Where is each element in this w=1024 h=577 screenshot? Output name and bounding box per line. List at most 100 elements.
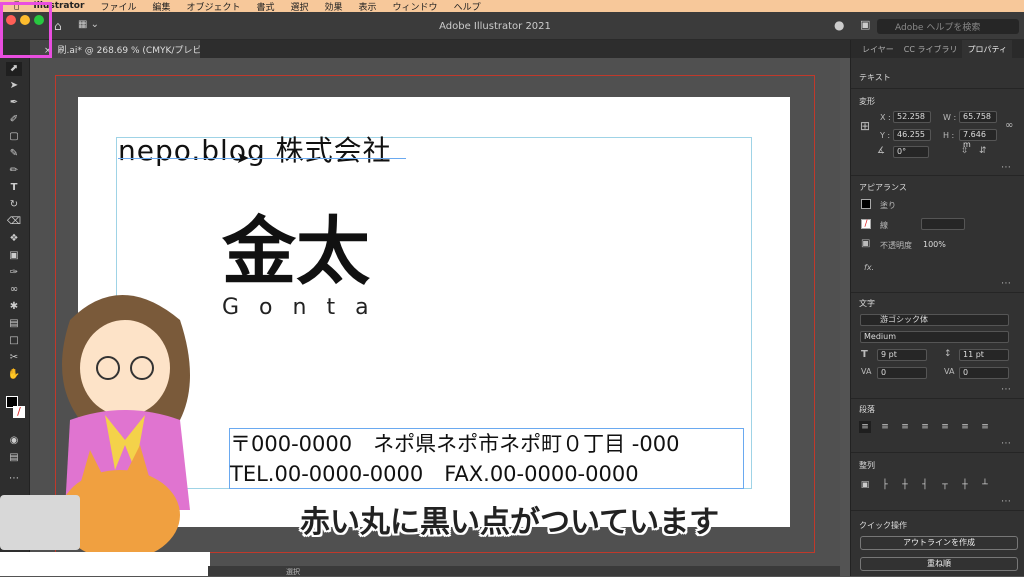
eyedropper-tool-icon[interactable]: ✑ — [6, 266, 22, 280]
align-top-edge-icon[interactable]: ┬ — [939, 479, 951, 491]
align-more-icon[interactable]: ⋯ — [1001, 496, 1012, 507]
tab-properties[interactable]: プロパティ — [962, 40, 1013, 58]
font-style-select[interactable]: Medium — [860, 331, 1009, 343]
phone-fax-text[interactable]: TEL.00-0000-0000 FAX.00-0000-0000 — [230, 458, 639, 488]
create-outlines-button[interactable]: アウトラインを作成 — [860, 536, 1018, 550]
direct-selection-tool-icon[interactable]: ➤ — [6, 79, 22, 93]
object-align-row: ▣ ├ ┼ ┤ ┬ ┼ ┴ — [859, 479, 991, 491]
menu-object[interactable]: オブジェクト — [186, 0, 240, 13]
section-quick-actions-title: クイック操作 — [859, 521, 907, 530]
status-bar: 選択 — [208, 566, 840, 576]
angle-field[interactable]: 0° — [893, 146, 929, 158]
section-paragraph-title: 段落 — [859, 405, 875, 414]
justify-center-icon[interactable]: ≡ — [939, 421, 951, 433]
leading-field[interactable]: 11 pt — [959, 349, 1009, 361]
tab-cc-libraries[interactable]: CC ライブラリ — [899, 40, 963, 58]
character-more-icon[interactable]: ⋯ — [1001, 384, 1012, 395]
align-left-edge-icon[interactable]: ├ — [879, 479, 891, 491]
kerning-icon: VA — [861, 367, 872, 376]
flip-horizontal-icon[interactable]: ⇳ — [961, 146, 969, 156]
tracking-field[interactable]: 0 — [959, 367, 1009, 379]
w-label: W : — [943, 113, 957, 122]
tab-layers[interactable]: レイヤー — [857, 40, 899, 58]
opacity-value[interactable]: 100% — [923, 240, 946, 249]
align-to-icon[interactable]: ▣ — [859, 479, 871, 491]
align-v-center-icon[interactable]: ┼ — [959, 479, 971, 491]
fill-label: 塗り — [880, 201, 896, 210]
y-label: Y : — [880, 131, 891, 140]
panel-toggle-icon[interactable]: ▣ — [860, 18, 870, 31]
document-tab[interactable]: ×刷.ai* @ 268.69 % (CMYK/プレビュー) — [30, 40, 200, 58]
document-tab-bar: ×刷.ai* @ 268.69 % (CMYK/プレビュー) — [0, 40, 850, 58]
paintbrush-tool-icon[interactable]: ✎ — [6, 147, 22, 161]
warp-tool-icon[interactable]: ❖ — [6, 232, 22, 246]
pencil-tool-icon[interactable]: ✏ — [6, 164, 22, 178]
gradient-tool-icon[interactable]: ▣ — [6, 249, 22, 263]
appearance-more-icon[interactable]: ⋯ — [1001, 278, 1012, 289]
menu-type[interactable]: 書式 — [256, 0, 274, 13]
align-center-icon[interactable]: ≡ — [879, 421, 891, 433]
paragraph-more-icon[interactable]: ⋯ — [1001, 438, 1012, 449]
home-icon[interactable]: ⌂ — [54, 19, 62, 33]
divider — [851, 88, 1024, 89]
h-field[interactable]: 7.646 m — [959, 129, 997, 149]
rotate-tool-icon[interactable]: ↻ — [6, 198, 22, 212]
pen-tool-icon[interactable]: ✒ — [6, 96, 22, 110]
align-h-center-icon[interactable]: ┼ — [899, 479, 911, 491]
divider — [851, 452, 1024, 453]
section-transform-title: 変形 — [859, 97, 875, 106]
angle-icon: ∡ — [877, 146, 886, 156]
flip-vertical-icon[interactable]: ⇵ — [979, 146, 987, 156]
menu-file[interactable]: ファイル — [100, 0, 136, 13]
font-size-field[interactable]: 9 pt — [877, 349, 927, 361]
person-romaji-text[interactable]: Gonta — [222, 295, 389, 320]
menu-window[interactable]: ウィンドウ — [393, 0, 438, 13]
section-appearance-title: アピアランス — [859, 183, 907, 192]
workspace-switcher-icon[interactable]: ▦ ⌄ — [78, 19, 99, 30]
zoom-button[interactable] — [34, 15, 44, 25]
arrange-button[interactable]: 重ね順 — [860, 557, 1018, 571]
x-field[interactable]: 52.258 — [893, 111, 931, 123]
fx-button[interactable]: fx. — [864, 263, 874, 272]
align-right-icon[interactable]: ≡ — [899, 421, 911, 433]
rectangle-tool-icon[interactable]: ▢ — [6, 130, 22, 144]
link-proportions-icon[interactable]: ∞ — [1005, 120, 1013, 131]
type-tool-icon[interactable]: T — [6, 181, 22, 195]
menu-view[interactable]: 表示 — [359, 0, 377, 13]
divider — [851, 292, 1024, 293]
transform-more-icon[interactable]: ⋯ — [1001, 162, 1012, 173]
fill-swatch[interactable] — [861, 199, 871, 209]
align-bottom-edge-icon[interactable]: ┴ — [979, 479, 991, 491]
align-left-icon[interactable]: ≡ — [859, 421, 871, 433]
opacity-label: 不透明度 — [880, 241, 912, 250]
kerning-field[interactable]: 0 — [877, 367, 927, 379]
paragraph-align-row: ≡ ≡ ≡ ≡ ≡ ≡ ≡ — [859, 421, 991, 433]
close-button[interactable] — [6, 15, 16, 25]
justify-right-icon[interactable]: ≡ — [959, 421, 971, 433]
help-search-input[interactable]: Adobe ヘルプを検索 — [877, 19, 1019, 34]
y-field[interactable]: 46.255 — [893, 129, 931, 141]
eraser-tool-icon[interactable]: ⌫ — [6, 215, 22, 229]
stroke-weight-field[interactable] — [921, 218, 965, 230]
menu-select[interactable]: 選択 — [291, 0, 309, 13]
menu-effect[interactable]: 効果 — [325, 0, 343, 13]
divider — [851, 510, 1024, 511]
align-right-edge-icon[interactable]: ┤ — [919, 479, 931, 491]
justify-all-icon[interactable]: ≡ — [979, 421, 991, 433]
stroke-swatch[interactable]: / — [861, 219, 871, 229]
justify-left-icon[interactable]: ≡ — [919, 421, 931, 433]
stroke-label: 線 — [880, 221, 888, 230]
address-text[interactable]: 〒000-0000 ネポ県ネポ市ネポ町０丁目 -000 — [230, 428, 679, 458]
app-title: Adobe Illustrator 2021 — [439, 21, 551, 32]
menu-help[interactable]: ヘルプ — [454, 0, 481, 13]
reference-point-icon[interactable]: ⊞ — [860, 119, 870, 133]
company-name-text[interactable]: nepo.blog 株式会社 — [118, 129, 392, 169]
person-name-text[interactable]: 金太 — [222, 192, 370, 299]
w-field[interactable]: 65.758 — [959, 111, 997, 123]
minimize-button[interactable] — [20, 15, 30, 25]
curvature-tool-icon[interactable]: ✐ — [6, 113, 22, 127]
share-icon[interactable]: ● — [834, 18, 844, 32]
selection-tool-icon[interactable]: ⬈ — [6, 62, 22, 76]
font-family-select[interactable]: 游ゴシック体 — [860, 314, 1009, 326]
menu-edit[interactable]: 編集 — [152, 0, 170, 13]
